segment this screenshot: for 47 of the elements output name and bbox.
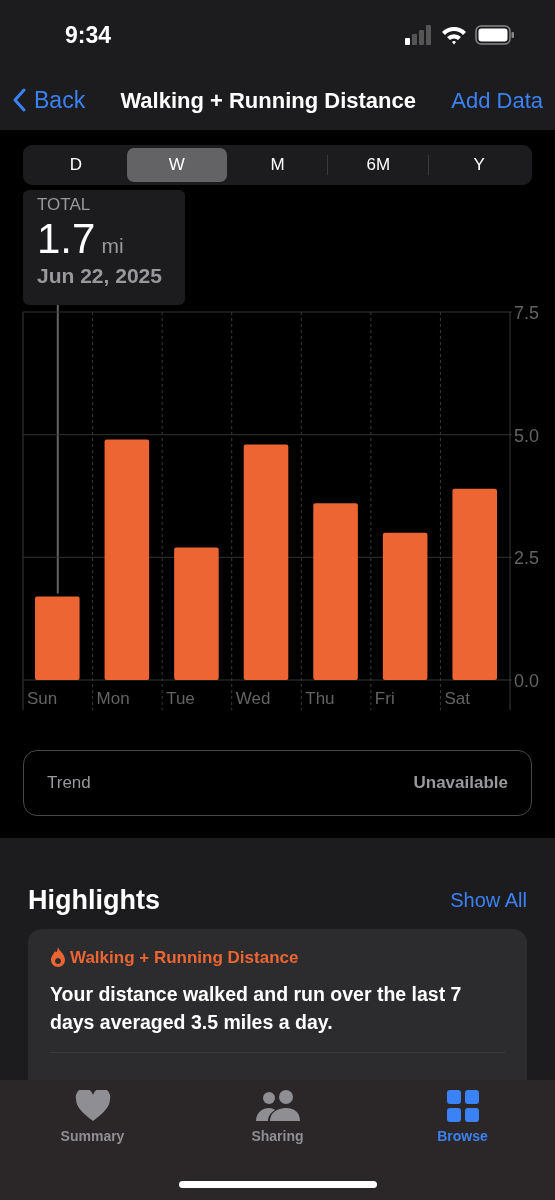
axis-tick-label: 2.5: [514, 548, 540, 569]
bar[interactable]: [104, 439, 150, 680]
screen-title: Walking + Running Distance: [120, 86, 416, 115]
bar[interactable]: [452, 488, 497, 680]
back-button[interactable]: Back: [12, 82, 86, 118]
signal-icon: [405, 25, 433, 45]
axis-tick-label: 5.0: [514, 425, 540, 446]
bar[interactable]: [382, 532, 428, 680]
total-value: 1.7: [37, 215, 96, 263]
show-all-link[interactable]: Show All: [450, 885, 527, 916]
grid-icon: [446, 1090, 479, 1122]
axis-tick-label: 0.0: [514, 671, 540, 691]
section-title: Highlights: [28, 884, 160, 917]
flame-icon: [50, 947, 66, 968]
highlight-title: Walking + Running Distance: [70, 946, 299, 969]
unit-label: mi: [101, 233, 124, 259]
highlight-text: Your distance walked and run over the last 7 days averaged 3.5 miles a day.: [50, 982, 463, 1035]
status-time: 9:34: [65, 20, 112, 50]
add-data-button[interactable]: Add Data: [451, 83, 543, 117]
chevron-left-icon: [12, 88, 26, 112]
bar[interactable]: [35, 596, 80, 680]
tooltip-label: TOTAL: [37, 195, 92, 215]
axis-label: Thu: [305, 689, 335, 708]
segment-tab[interactable]: 6M: [328, 148, 429, 182]
tab-bar-item[interactable]: Summary: [0, 1090, 185, 1162]
axis-label: Tue: [166, 689, 195, 708]
trend-value: Unavailable: [413, 772, 508, 795]
tab-bar-item[interactable]: Sharing: [185, 1090, 370, 1162]
trend-label: Trend: [47, 772, 91, 795]
axis-label: Sun: [27, 689, 58, 708]
axis-tick-label: 7.5: [514, 305, 540, 323]
wifi-icon: [441, 25, 467, 45]
battery-icon: [475, 25, 515, 45]
axis-label: Fri: [374, 689, 395, 708]
segment-tab[interactable]: Y: [429, 148, 529, 182]
highlight-card[interactable]: Walking + Running Distance Your distance walked and run over the last 7 days averaged 3.5 miles a day.: [28, 928, 527, 1081]
date-label: Jun 22, 2025: [37, 263, 163, 289]
people-icon: [254, 1090, 301, 1122]
axis-label: Wed: [235, 689, 271, 708]
segment-tab[interactable]: W: [126, 148, 227, 182]
tab-bar-item[interactable]: Browse: [370, 1090, 555, 1162]
bar[interactable]: [243, 444, 289, 680]
segment-tab[interactable]: M: [227, 148, 328, 182]
heart-icon: [74, 1090, 111, 1122]
segment-tab[interactable]: D: [26, 148, 126, 182]
axis-label: Mon: [96, 689, 130, 708]
axis-label: Sat: [444, 689, 470, 708]
